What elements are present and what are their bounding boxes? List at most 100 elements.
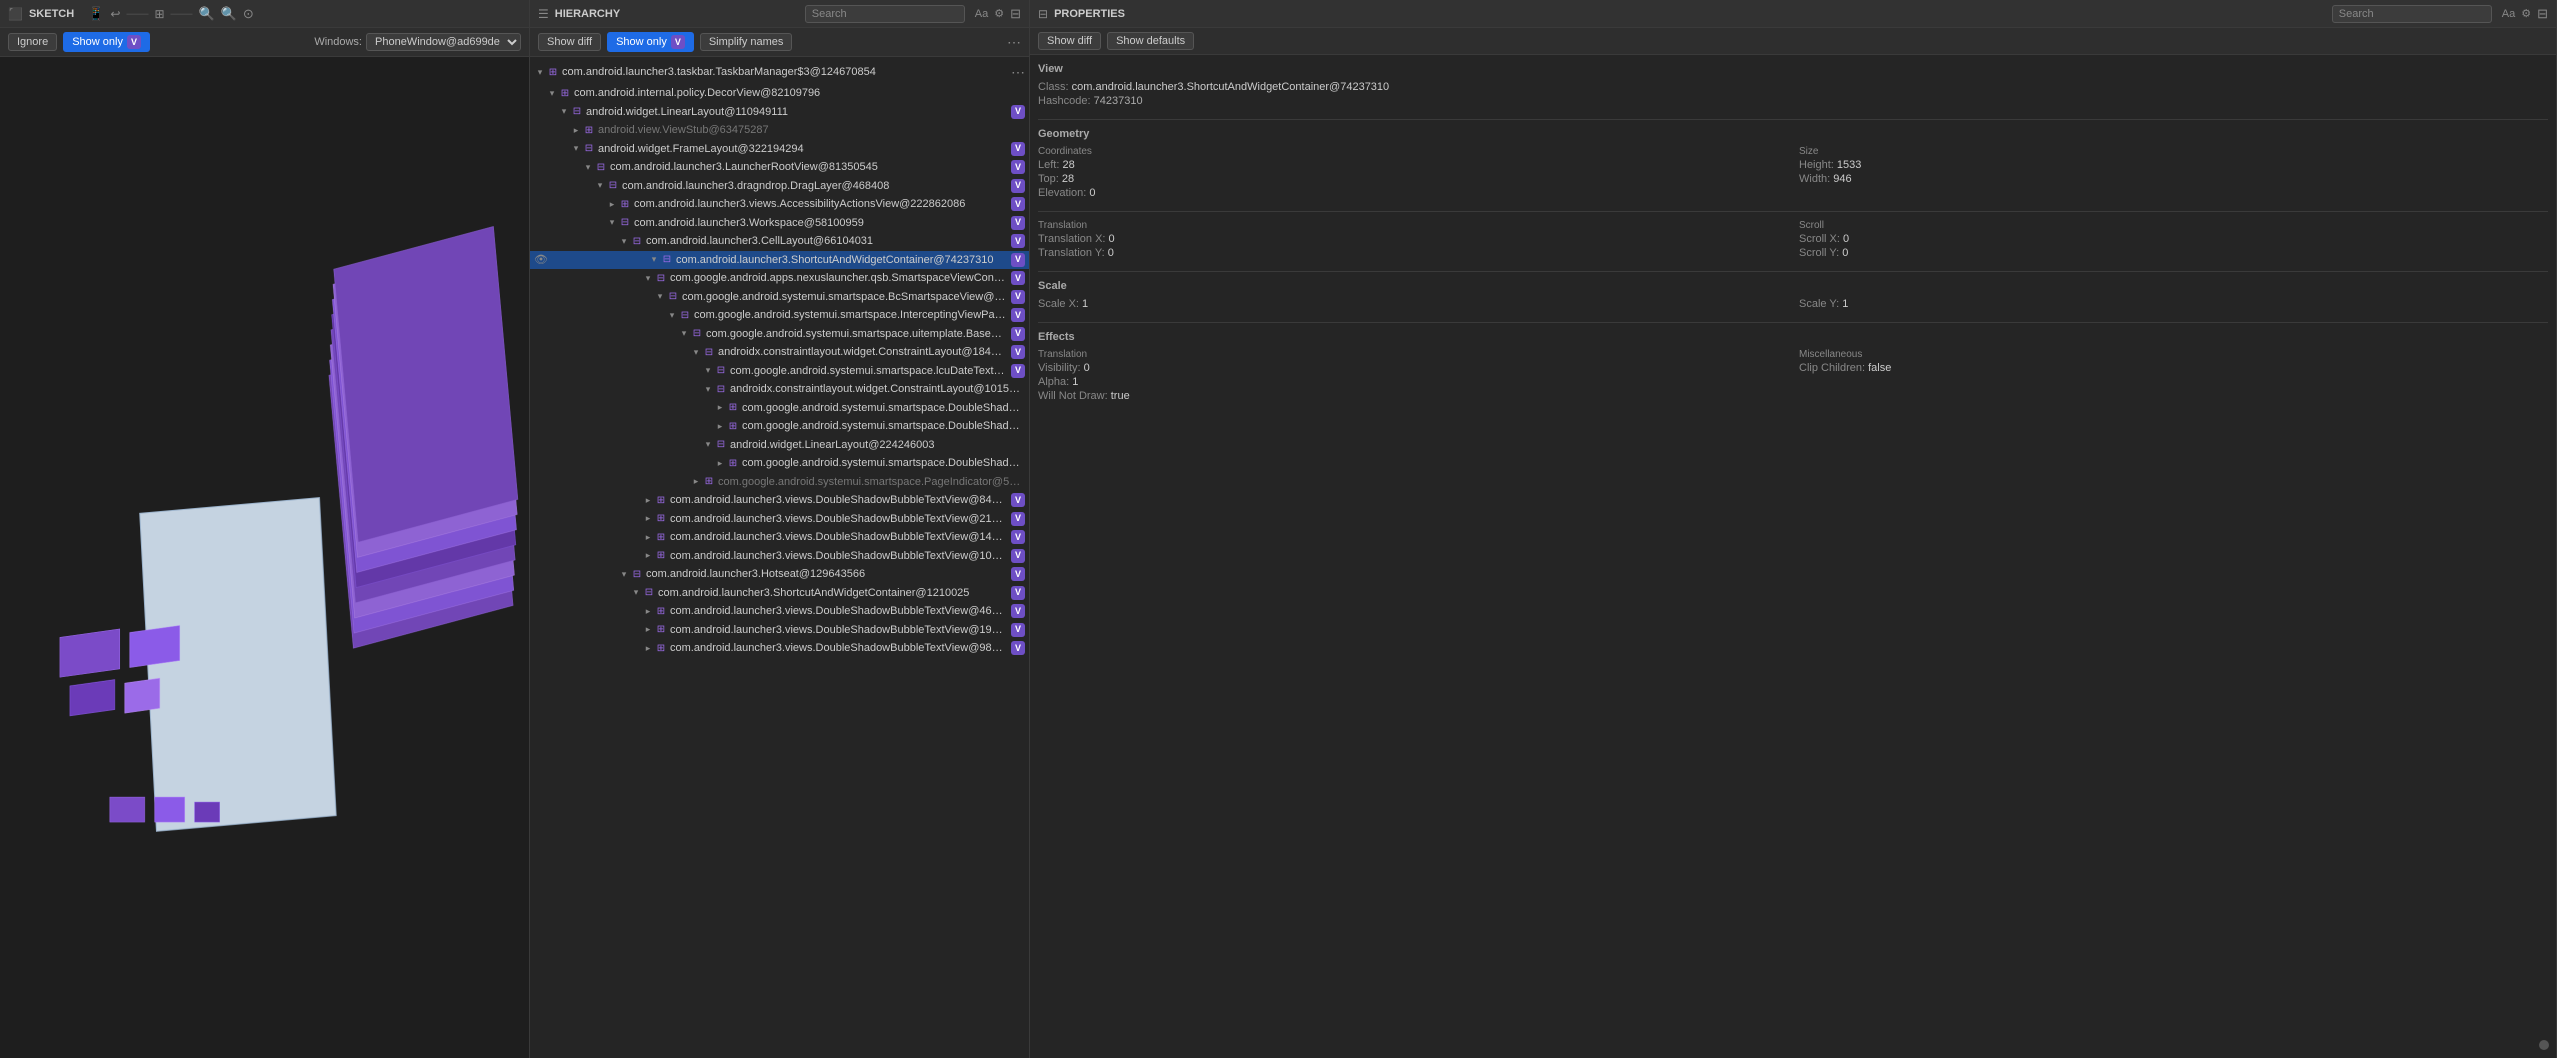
node-type-icon: ⊟	[690, 327, 704, 341]
expand-icon[interactable]: ▸	[642, 605, 654, 617]
tree-node[interactable]: ▸⊞com.android.launcher3.views.Accessibil…	[530, 195, 1029, 214]
eye-icon[interactable]: 👁	[534, 252, 548, 269]
tree-node[interactable]: ▾⊟android.widget.LinearLayout@110949111V	[530, 103, 1029, 122]
expand-icon[interactable]: ▸	[642, 513, 654, 525]
expand-icon[interactable]: ▾	[594, 180, 606, 192]
tree-node[interactable]: ▸⊞com.android.launcher3.views.DoubleShad…	[530, 639, 1029, 658]
expand-icon[interactable]: ▾	[666, 309, 678, 321]
expand-icon[interactable]: ▾	[642, 272, 654, 284]
prop-text-size-icon[interactable]: Aa	[2502, 8, 2515, 20]
node-type-icon: ⊟	[630, 234, 644, 248]
expand-icon[interactable]: ▸	[690, 476, 702, 488]
expand-icon[interactable]: ▸	[642, 531, 654, 543]
expand-icon[interactable]: ▸	[570, 124, 582, 136]
tree-node[interactable]: ▾⊟com.google.android.systemui.smartspace…	[530, 288, 1029, 307]
expand-icon[interactable]: ▾	[648, 254, 660, 266]
hierarchy-search[interactable]	[805, 5, 965, 23]
expand-icon[interactable]: ▸	[642, 494, 654, 506]
tree-node[interactable]: 👁▾⊟com.android.launcher3.ShortcutAndWidg…	[530, 251, 1029, 270]
tree-node[interactable]: ▾⊟com.android.launcher3.ShortcutAndWidge…	[530, 584, 1029, 603]
tree-node[interactable]: ▸⊞com.android.launcher3.views.DoubleShad…	[530, 491, 1029, 510]
tree-node[interactable]: ▸⊞com.android.launcher3.views.DoubleShad…	[530, 602, 1029, 621]
zoom-in-icon[interactable]: 🔍	[221, 6, 237, 22]
grid-icon[interactable]: ⊞	[154, 7, 164, 21]
tree-node[interactable]: ▾⊟com.android.launcher3.dragndrop.DragLa…	[530, 177, 1029, 196]
tree-node[interactable]: ▸⊞com.google.android.systemui.smartspace…	[530, 473, 1029, 492]
node-badge-v: V	[1011, 234, 1025, 248]
expand-icon[interactable]: ▾	[618, 235, 630, 247]
tree-node[interactable]: ▾⊟com.google.android.systemui.smartspace…	[530, 306, 1029, 325]
expand-icon[interactable]: ▾	[702, 365, 714, 377]
expand-icon[interactable]: ▾	[690, 346, 702, 358]
ignore-button[interactable]: Ignore	[8, 33, 57, 51]
tree-node[interactable]: ▾⊟com.google.android.systemui.smartspace…	[530, 325, 1029, 344]
tree-node[interactable]: ▾⊟com.android.launcher3.LauncherRootView…	[530, 158, 1029, 177]
expand-icon[interactable]: ▸	[714, 402, 726, 414]
tree-node[interactable]: ▸⊞com.google.android.systemui.smartspace…	[530, 454, 1029, 473]
hierarchy-more-icon[interactable]: ⊟	[1010, 6, 1021, 22]
expand-icon[interactable]: ▾	[546, 87, 558, 99]
tree-node[interactable]: ▾⊞com.android.launcher3.taskbar.TaskbarM…	[530, 61, 1029, 84]
node-type-icon: ⊞	[654, 623, 668, 637]
expand-icon[interactable]: ▸	[714, 420, 726, 432]
phone-icon[interactable]: 📱	[88, 6, 104, 22]
tree-node[interactable]: ▸⊞com.google.android.systemui.smartspace…	[530, 399, 1029, 418]
tree-node[interactable]: ▸⊞com.android.launcher3.views.DoubleShad…	[530, 528, 1029, 547]
tree-node[interactable]: ▾⊟androidx.constraintlayout.widget.Const…	[530, 343, 1029, 362]
prop-show-diff-button[interactable]: Show diff	[1038, 32, 1101, 50]
tree-node[interactable]: ▾⊟com.android.launcher3.Workspace@581009…	[530, 214, 1029, 233]
sy-value: Scroll Y: 0	[1799, 247, 2548, 259]
tree-node[interactable]: ▾⊟com.google.android.systemui.smartspace…	[530, 362, 1029, 381]
expand-icon[interactable]: ▸	[642, 642, 654, 654]
node-text: android.widget.FrameLayout@322194294	[598, 141, 1007, 158]
simplify-names-button[interactable]: Simplify names	[700, 33, 793, 51]
expand-icon[interactable]: ▸	[642, 624, 654, 636]
prop-options-icon[interactable]: ⚙	[2521, 7, 2531, 20]
hierarchy-more-btn[interactable]: ⋯	[1007, 34, 1021, 51]
node-type-icon: ⊞	[726, 456, 740, 470]
text-size-icon[interactable]: Aa	[975, 8, 988, 20]
tree-node[interactable]: ▾⊟android.widget.LinearLayout@224246003	[530, 436, 1029, 455]
tree-node[interactable]: ▸⊞android.view.ViewStub@63475287	[530, 121, 1029, 140]
expand-icon[interactable]: ▾	[570, 143, 582, 155]
expand-icon[interactable]: ▸	[714, 457, 726, 469]
tree-node[interactable]: ▸⊞com.android.launcher3.views.DoubleShad…	[530, 510, 1029, 529]
expand-icon[interactable]: ▾	[678, 328, 690, 340]
expand-icon[interactable]: ▸	[642, 550, 654, 562]
expand-icon[interactable]: ▾	[630, 587, 642, 599]
expand-icon[interactable]: ▾	[606, 217, 618, 229]
zoom-out-icon[interactable]: 🔍	[199, 6, 215, 22]
history-icon[interactable]: ↩	[110, 7, 120, 21]
expand-icon[interactable]: ▾	[654, 291, 666, 303]
tree-node[interactable]: ▸⊞com.android.launcher3.views.DoubleShad…	[530, 621, 1029, 640]
expand-icon[interactable]: ▾	[582, 161, 594, 173]
reset-zoom-icon[interactable]: ⊙	[243, 6, 254, 22]
hierarchy-show-only-button[interactable]: Show only V	[607, 32, 694, 52]
expand-icon[interactable]: ▾	[702, 383, 714, 395]
divider1: ——	[126, 8, 148, 20]
expand-icon[interactable]: ▾	[618, 568, 630, 580]
tree-node[interactable]: ▸⊞com.android.launcher3.views.DoubleShad…	[530, 547, 1029, 566]
tree-node[interactable]: ▾⊞com.android.internal.policy.DecorView@…	[530, 84, 1029, 103]
tree-node[interactable]: ▾⊟com.google.android.apps.nexuslauncher.…	[530, 269, 1029, 288]
show-only-button[interactable]: Show only V	[63, 32, 150, 52]
expand-icon[interactable]: ▾	[534, 67, 546, 79]
tree-node[interactable]: ▸⊞com.google.android.systemui.smartspace…	[530, 417, 1029, 436]
hierarchy-options-icon[interactable]: ⚙	[994, 7, 1004, 20]
properties-search[interactable]	[2332, 5, 2492, 23]
tree-more-icon[interactable]: ⋯	[1011, 62, 1025, 83]
show-defaults-button[interactable]: Show defaults	[1107, 32, 1194, 50]
node-type-icon: ⊞	[654, 549, 668, 563]
expand-icon[interactable]: ▾	[558, 106, 570, 118]
windows-dropdown[interactable]: PhoneWindow@ad699de	[366, 33, 521, 51]
hierarchy-show-diff-button[interactable]: Show diff	[538, 33, 601, 51]
node-badge-v: V	[1011, 586, 1025, 600]
tree-node[interactable]: ▾⊟com.android.launcher3.Hotseat@12964356…	[530, 565, 1029, 584]
tree-node[interactable]: ▾⊟android.widget.FrameLayout@322194294V	[530, 140, 1029, 159]
prop-more-icon[interactable]: ⊟	[2537, 6, 2548, 22]
tree-node[interactable]: ▾⊟androidx.constraintlayout.widget.Const…	[530, 380, 1029, 399]
expand-icon[interactable]: ▸	[606, 198, 618, 210]
node-text: com.android.launcher3.views.DoubleShadow…	[670, 511, 1007, 528]
expand-icon[interactable]: ▾	[702, 439, 714, 451]
tree-node[interactable]: ▾⊟com.android.launcher3.CellLayout@66104…	[530, 232, 1029, 251]
